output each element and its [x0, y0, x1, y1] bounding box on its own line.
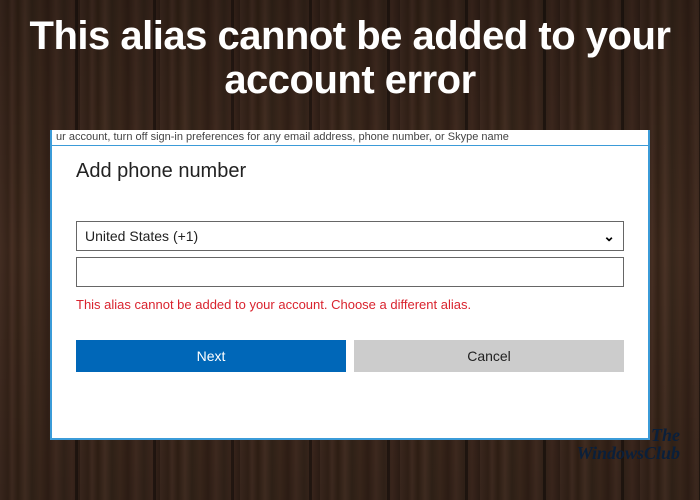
chevron-down-icon: ⌄	[603, 228, 615, 245]
watermark-logo: The WindowsClub	[577, 426, 680, 462]
dialog-content: Add phone number United States (+1) ⌄ Th…	[52, 132, 648, 372]
next-button[interactable]: Next	[76, 340, 346, 372]
dialog-window: ur account, turn off sign-in preferences…	[50, 130, 650, 440]
cancel-button[interactable]: Cancel	[354, 340, 624, 372]
dialog-title: Add phone number	[76, 160, 624, 183]
truncated-instruction-text: ur account, turn off sign-in preferences…	[52, 130, 648, 146]
watermark-line2: WindowsClub	[577, 444, 680, 462]
error-message: This alias cannot be added to your accou…	[76, 297, 624, 312]
country-code-value: United States (+1)	[85, 228, 603, 244]
button-row: Next Cancel	[76, 340, 624, 372]
watermark-line1: The	[577, 426, 680, 444]
phone-number-input[interactable]	[76, 257, 624, 287]
article-headline: This alias cannot be added to your accou…	[0, 14, 700, 102]
country-code-select[interactable]: United States (+1) ⌄	[76, 221, 624, 251]
